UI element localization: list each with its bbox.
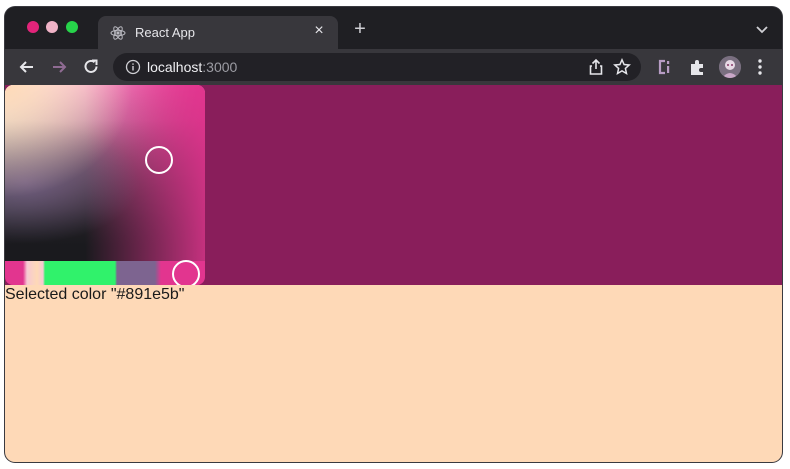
url-port: :3000	[202, 59, 238, 75]
url-host: localhost	[147, 59, 203, 75]
chevron-down-icon[interactable]	[754, 21, 770, 37]
forward-arrow-icon[interactable]	[49, 57, 69, 77]
window-minimize-button[interactable]	[46, 21, 58, 33]
extension-c-icon[interactable]	[653, 57, 673, 77]
toolbar: localhost:3000	[5, 49, 782, 85]
window-maximize-button[interactable]	[66, 21, 78, 33]
react-icon	[110, 26, 126, 40]
tab-react-app[interactable]: React App ×	[98, 16, 338, 49]
reload-icon[interactable]	[81, 57, 101, 77]
saturation-pointer[interactable]	[145, 146, 173, 174]
page-viewport: Selected color "#891e5b"	[5, 85, 782, 462]
share-icon[interactable]	[587, 58, 605, 76]
new-tab-button[interactable]: +	[350, 19, 370, 39]
back-arrow-icon[interactable]	[17, 57, 37, 77]
star-icon[interactable]	[613, 58, 631, 76]
color-picker	[5, 85, 205, 285]
puzzle-icon[interactable]	[687, 57, 707, 77]
profile-avatar-icon	[719, 56, 741, 78]
address-bar[interactable]: localhost:3000	[113, 53, 641, 81]
hue-pointer[interactable]	[172, 260, 200, 285]
browser-window: React App × + localhost:3000 Selected co…	[5, 7, 782, 462]
tab-strip: React App × +	[5, 7, 782, 49]
window-close-button[interactable]	[27, 21, 39, 33]
info-icon[interactable]	[125, 59, 141, 75]
url-text[interactable]: localhost:3000	[147, 59, 237, 75]
selected-color-caption: Selected color "#891e5b"	[5, 286, 185, 303]
tab-close-icon[interactable]: ×	[310, 22, 328, 40]
more-icon[interactable]	[751, 57, 769, 77]
tab-title: React App	[135, 25, 195, 40]
avatar[interactable]	[719, 56, 741, 78]
saturation-area[interactable]	[5, 85, 205, 261]
saturation-gradient	[5, 85, 205, 261]
